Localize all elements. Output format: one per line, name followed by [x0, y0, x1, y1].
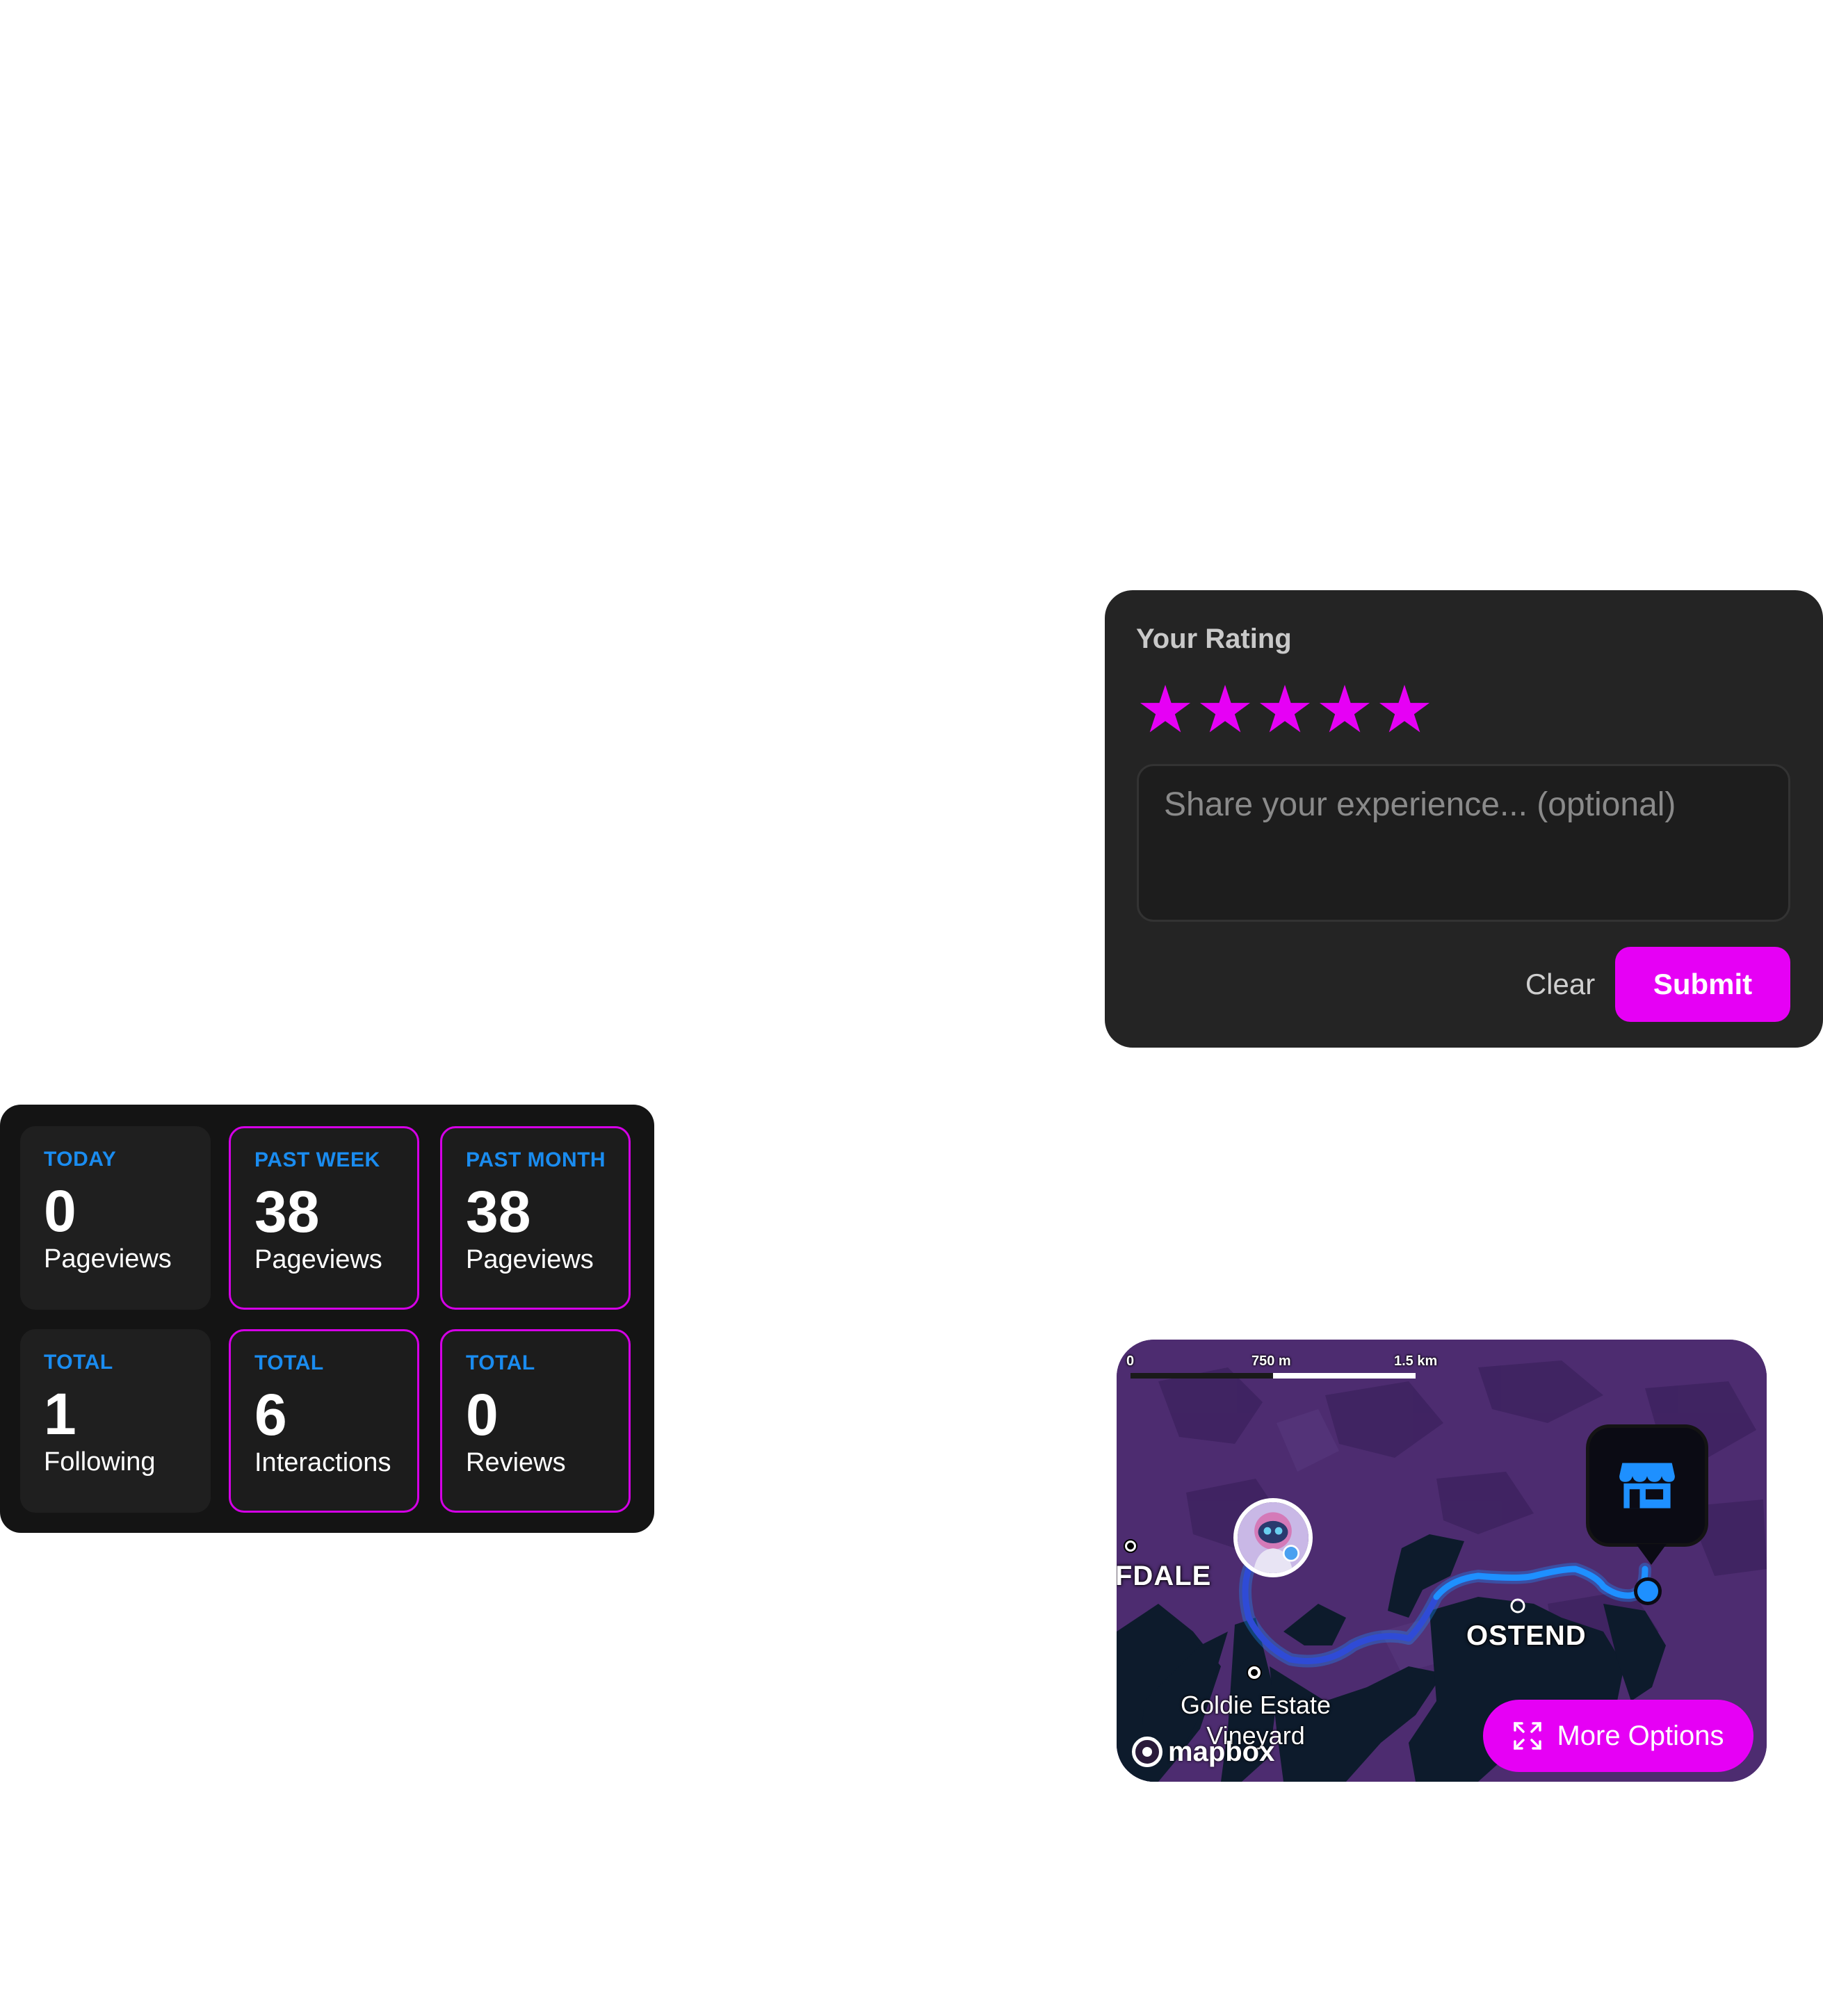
mapbox-wordmark: mapbox — [1168, 1736, 1275, 1767]
more-options-button[interactable]: More Options — [1483, 1700, 1753, 1772]
expand-icon — [1514, 1722, 1542, 1750]
destination-dot — [1634, 1577, 1662, 1605]
stat-caption: Pageviews — [44, 1244, 172, 1274]
stat-label: PAST MONTH — [466, 1148, 606, 1171]
stat-label: TODAY — [44, 1148, 117, 1171]
scale-label-mid: 750 m — [1251, 1354, 1291, 1369]
scale-label-max: 1.5 km — [1394, 1354, 1438, 1369]
storefront-icon — [1619, 1463, 1675, 1509]
stat-tile-past-week[interactable]: PAST WEEK 38 Pageviews — [229, 1126, 419, 1310]
place-label-ostend: OSTEND — [1466, 1620, 1587, 1651]
stat-value: 1 — [44, 1381, 76, 1447]
canvas: Your Rating ★ ★ ★ ★ ★ Clear Submit TODAY… — [0, 0, 1823, 2016]
stat-tile-following: TOTAL 1 Following — [20, 1329, 211, 1513]
experience-input[interactable] — [1137, 764, 1790, 922]
storefront-pin[interactable] — [1586, 1424, 1708, 1547]
astronaut-avatar[interactable] — [1233, 1498, 1313, 1577]
mapbox-logo-icon — [1132, 1737, 1162, 1767]
stat-label: TOTAL — [466, 1351, 535, 1374]
place-label-fdale: FDALE — [1117, 1561, 1212, 1591]
stat-caption: Pageviews — [254, 1245, 382, 1274]
stat-label: TOTAL — [44, 1351, 113, 1374]
stat-value: 38 — [254, 1179, 320, 1244]
stat-caption: Following — [44, 1447, 156, 1477]
clear-button[interactable]: Clear — [1494, 947, 1626, 1022]
mapbox-logo[interactable]: mapbox — [1132, 1734, 1274, 1769]
stat-caption: Reviews — [466, 1448, 566, 1477]
stats-card: TODAY 0 Pageviews PAST WEEK 38 Pageviews… — [0, 1105, 654, 1533]
star-icon[interactable]: ★ — [1195, 678, 1255, 743]
stat-caption: Interactions — [254, 1448, 391, 1477]
star-rating[interactable]: ★ ★ ★ ★ ★ — [1135, 678, 1434, 743]
star-icon[interactable]: ★ — [1315, 678, 1375, 743]
submit-button[interactable]: Submit — [1615, 947, 1790, 1022]
map-card[interactable]: 0 750 m 1.5 km FDALE OSTEND Goldie Estat… — [1117, 1340, 1767, 1782]
stat-tile-interactions[interactable]: TOTAL 6 Interactions — [229, 1329, 419, 1513]
stat-value: 38 — [466, 1179, 531, 1244]
stat-caption: Pageviews — [466, 1245, 594, 1274]
rating-title: Your Rating — [1136, 624, 1292, 654]
stat-tile-past-month[interactable]: PAST MONTH 38 Pageviews — [440, 1126, 631, 1310]
scale-label-zero: 0 — [1126, 1354, 1135, 1369]
more-options-label: More Options — [1557, 1720, 1724, 1751]
rating-card: Your Rating ★ ★ ★ ★ ★ Clear Submit — [1105, 590, 1823, 1048]
stat-tile-reviews[interactable]: TOTAL 0 Reviews — [440, 1329, 631, 1513]
stat-value: 0 — [466, 1382, 499, 1447]
star-icon[interactable]: ★ — [1135, 678, 1195, 743]
stat-value: 0 — [44, 1178, 76, 1244]
stat-tile-today: TODAY 0 Pageviews — [20, 1126, 211, 1310]
star-icon[interactable]: ★ — [1255, 678, 1315, 743]
stat-value: 6 — [254, 1382, 287, 1447]
star-icon[interactable]: ★ — [1375, 678, 1434, 743]
stat-label: TOTAL — [254, 1351, 324, 1374]
stat-label: PAST WEEK — [254, 1148, 380, 1171]
pin-tail — [1636, 1544, 1667, 1565]
place-label-line1: Goldie Estate — [1180, 1691, 1331, 1719]
